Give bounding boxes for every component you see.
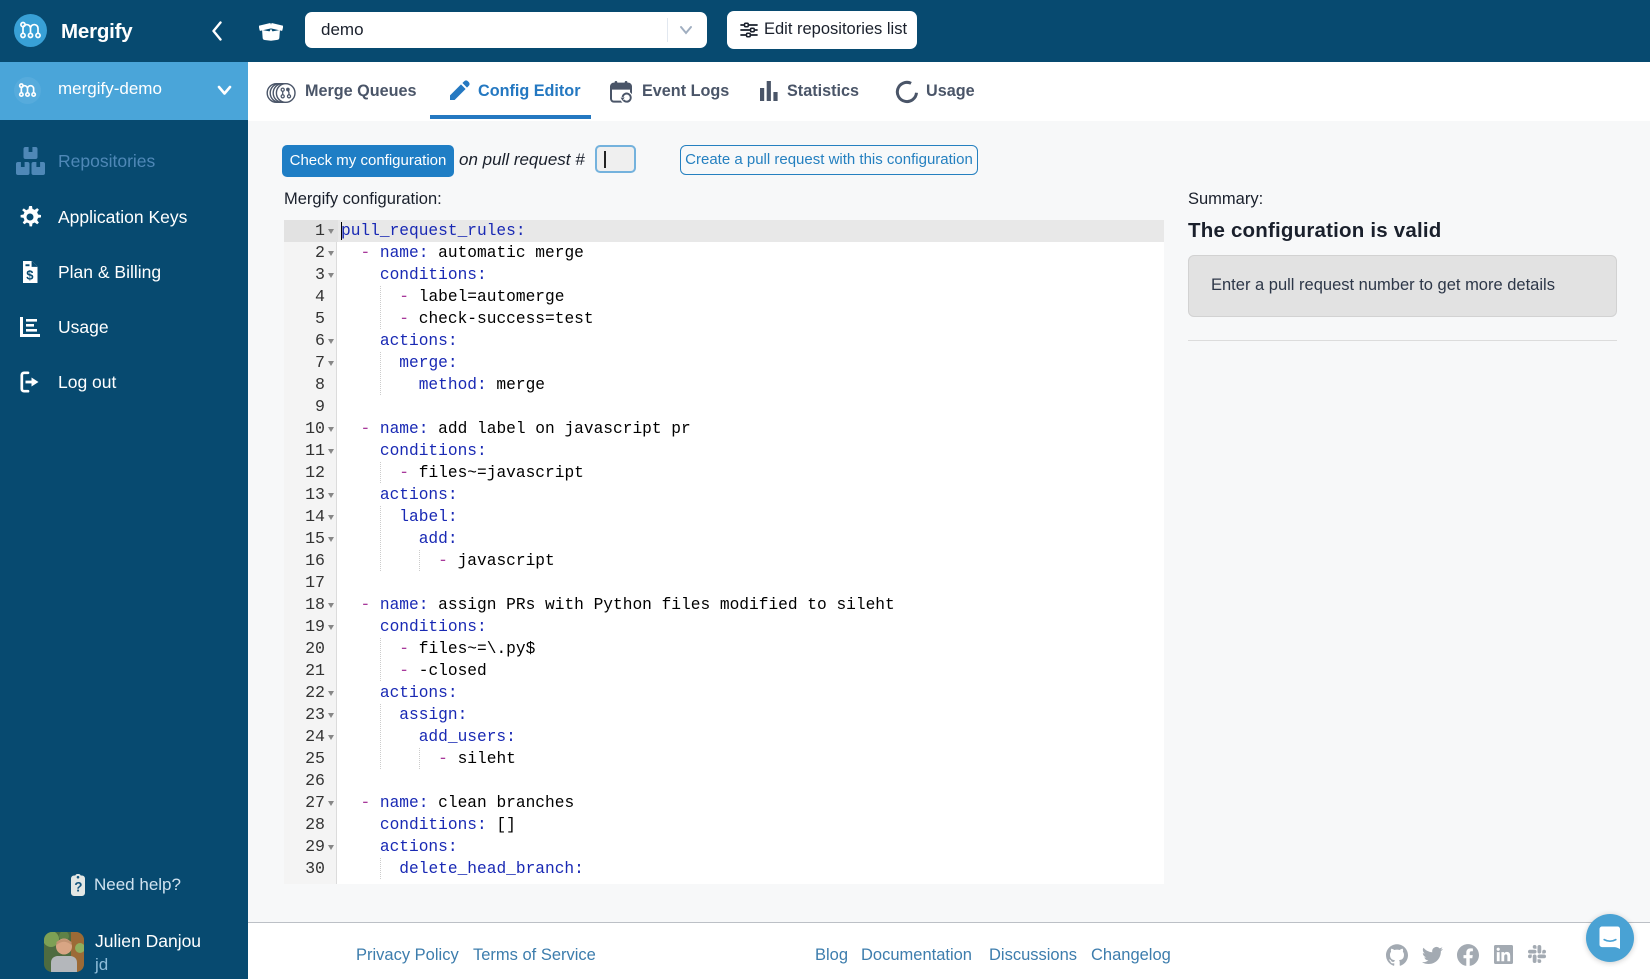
svg-text:$: $ xyxy=(26,268,34,283)
svg-text:?: ? xyxy=(74,880,82,895)
